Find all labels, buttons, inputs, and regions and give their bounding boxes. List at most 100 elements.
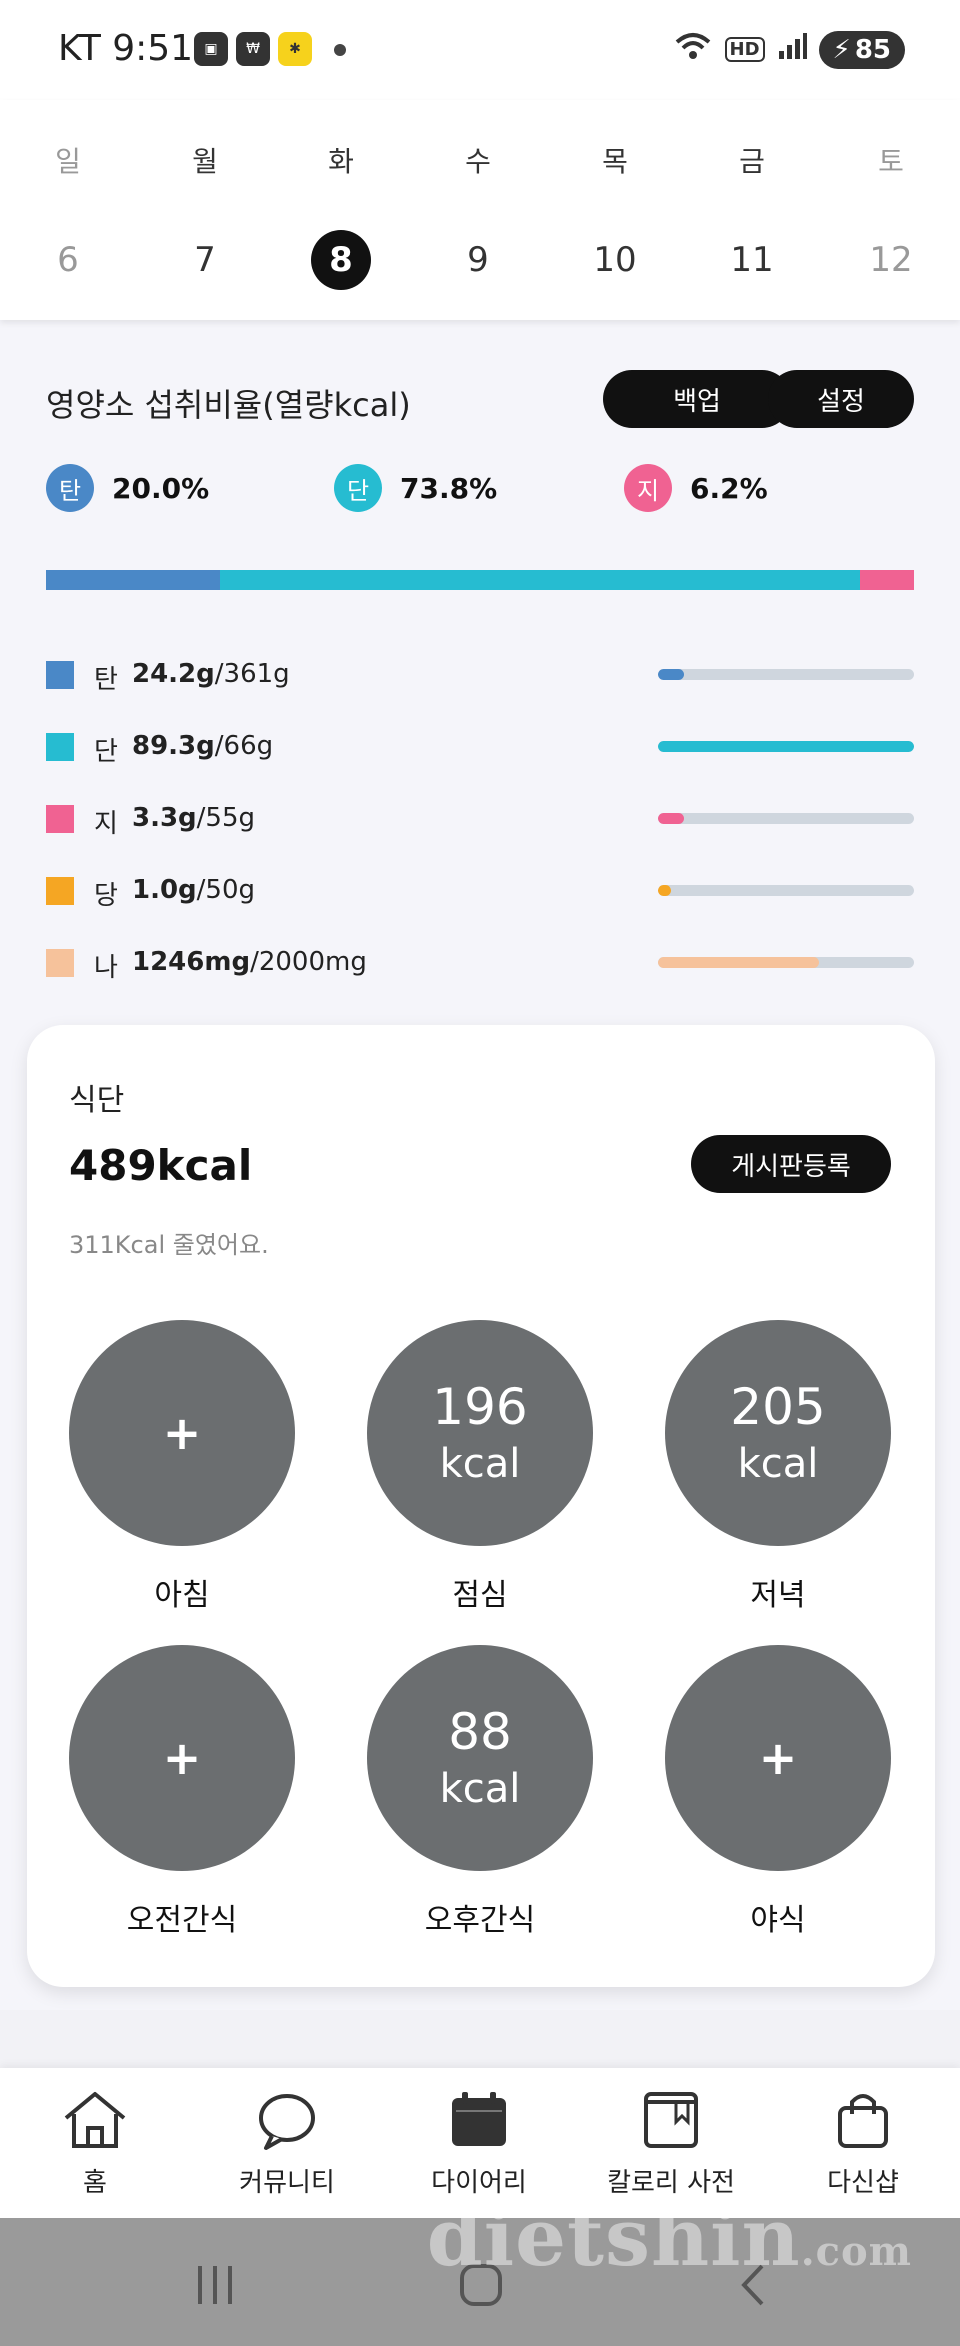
nutrient-row-sodium: 나 1246mg/2000mg [46, 943, 914, 983]
recent-apps-icon[interactable] [190, 2260, 240, 2310]
day-name: 토 [878, 145, 904, 178]
diet-card: 식단 489kcal 게시판등록 311Kcal 줄였어요. + 아침 196 … [27, 1025, 935, 1987]
backup-button[interactable]: 백업 [603, 370, 791, 428]
nutrient-progress-track [658, 813, 914, 824]
meal-name: 점심 [452, 1578, 508, 1613]
protein-swatch [46, 733, 74, 761]
nutrient-value: 3.3g [132, 803, 197, 833]
nutrient-value: 89.3g [132, 731, 215, 761]
nutrient-label: 지 [94, 809, 118, 839]
day-name: 수 [465, 145, 491, 178]
status-icons: HD ⚡ 85 [673, 30, 905, 69]
nutrient-row-protein: 단 89.3g/66g [46, 727, 914, 767]
meal-morning-snack[interactable]: + 오전간식 [69, 1645, 295, 1945]
carrier-time: KT 9:51 [58, 28, 194, 69]
day-name: 금 [739, 145, 765, 178]
board-register-button[interactable]: 게시판등록 [691, 1135, 891, 1193]
day-name: 일 [55, 145, 81, 178]
nutrient-target: /2000mg [250, 947, 367, 977]
protein-percent: 73.8% [400, 471, 498, 505]
add-icon: + [162, 1406, 202, 1460]
fat-percent: 6.2% [690, 471, 768, 505]
nav-diary[interactable]: 다이어리 [384, 2088, 574, 2199]
nutrition-title: 영양소 섭취비율(열량kcal) [46, 386, 411, 424]
meal-name: 야식 [750, 1903, 806, 1938]
sodium-swatch [46, 949, 74, 977]
wifi-icon [673, 30, 713, 69]
nav-label: 홈 [83, 2168, 107, 2198]
app-notification-icon: ▣ [194, 32, 228, 66]
nutrient-row-sugar: 당 1.0g/50g [46, 871, 914, 911]
nav-shop[interactable]: 다신샵 [768, 2088, 958, 2199]
carb-badge: 탄 [46, 464, 94, 512]
diet-title: 식단 [69, 1083, 125, 1118]
day-number-selected: 8 [311, 230, 371, 290]
nav-home[interactable]: 홈 [0, 2088, 190, 2199]
meal-circle[interactable]: + [69, 1645, 295, 1871]
meal-dinner[interactable]: 205 kcal 저녁 [665, 1320, 891, 1620]
meal-name: 아침 [154, 1578, 210, 1613]
meal-name: 오전간식 [126, 1903, 238, 1938]
nutrient-row-fat: 지 3.3g/55g [46, 799, 914, 839]
nav-community[interactable]: 커뮤니티 [192, 2088, 382, 2199]
pay-notification-icon: ₩ [236, 32, 270, 66]
status-bar: KT 9:51 ▣ ₩ ✱ HD ⚡ 85 [0, 0, 960, 100]
nutrient-value: 24.2g [132, 659, 215, 689]
meal-kcal-unit: kcal [737, 1441, 819, 1487]
home-icon [64, 2092, 126, 2148]
notification-dot-icon [334, 44, 346, 56]
nutrient-amount: 3.3g/55g [132, 803, 255, 833]
day-number: 9 [467, 240, 489, 280]
day-number: 12 [869, 240, 913, 280]
meal-circle[interactable]: 205 kcal [665, 1320, 891, 1546]
nutrient-progress-fill [658, 741, 914, 752]
carb-percent: 20.0% [112, 471, 210, 505]
meal-kcal-unit: kcal [439, 1766, 521, 1812]
nutrient-progress-track [658, 957, 914, 968]
diet-total-kcal: 489kcal [69, 1141, 253, 1190]
nutrient-label: 단 [94, 737, 118, 767]
day-name: 월 [192, 145, 218, 178]
meal-afternoon-snack[interactable]: 88 kcal 오후간식 [367, 1645, 593, 1945]
diet-subtitle: 311Kcal 줄였어요. [69, 1231, 269, 1259]
settings-button[interactable]: 설정 [768, 370, 914, 428]
watermark-main: dietshin [426, 2190, 801, 2284]
meal-kcal-unit: kcal [439, 1441, 521, 1487]
nav-label: 커뮤니티 [239, 2168, 335, 2198]
nutrient-row-carb: 탄 24.2g/361g [46, 655, 914, 695]
meal-breakfast[interactable]: + 아침 [69, 1320, 295, 1620]
meal-night-snack[interactable]: + 야식 [665, 1645, 891, 1945]
meal-circle[interactable]: 88 kcal [367, 1645, 593, 1871]
meal-circle[interactable]: + [665, 1645, 891, 1871]
protein-segment [219, 570, 861, 590]
nutrient-target: /66g [214, 731, 274, 761]
meal-kcal-value: 88 [448, 1703, 512, 1761]
meal-kcal-value: 205 [730, 1378, 826, 1436]
day-number: 10 [593, 240, 637, 280]
meal-name: 오후간식 [424, 1903, 536, 1938]
meal-circle[interactable]: 196 kcal [367, 1320, 593, 1546]
watermark-suffix: .com [800, 2228, 912, 2275]
signal-icon [777, 31, 807, 68]
carb-segment [46, 570, 220, 590]
nav-calorie-dictionary[interactable]: 칼로리 사전 [576, 2088, 766, 2199]
fat-swatch [46, 805, 74, 833]
charging-bolt-icon: ⚡ [832, 34, 851, 65]
nutrient-target: /55g [196, 803, 256, 833]
shopping-bag-icon [838, 2094, 888, 2148]
meal-lunch[interactable]: 196 kcal 점심 [367, 1320, 593, 1620]
protein-ratio: 단 73.8% [334, 464, 497, 512]
meal-circle[interactable]: + [69, 1320, 295, 1546]
day-name: 화 [328, 145, 354, 178]
nutrient-progress-track [658, 885, 914, 896]
sugar-swatch [46, 877, 74, 905]
nutrient-label: 나 [94, 953, 118, 983]
day-number: 7 [194, 240, 216, 280]
content-below-fold [0, 2010, 960, 2070]
nutrient-progress-fill [658, 957, 820, 968]
book-icon [644, 2092, 698, 2148]
nutrient-target: /50g [196, 875, 256, 905]
battery-indicator: ⚡ 85 [818, 30, 905, 69]
week-strip: 일 6 월 7 화 8 수 9 목 10 금 11 토 12 [0, 100, 960, 320]
nutrient-progress-track [658, 669, 914, 680]
